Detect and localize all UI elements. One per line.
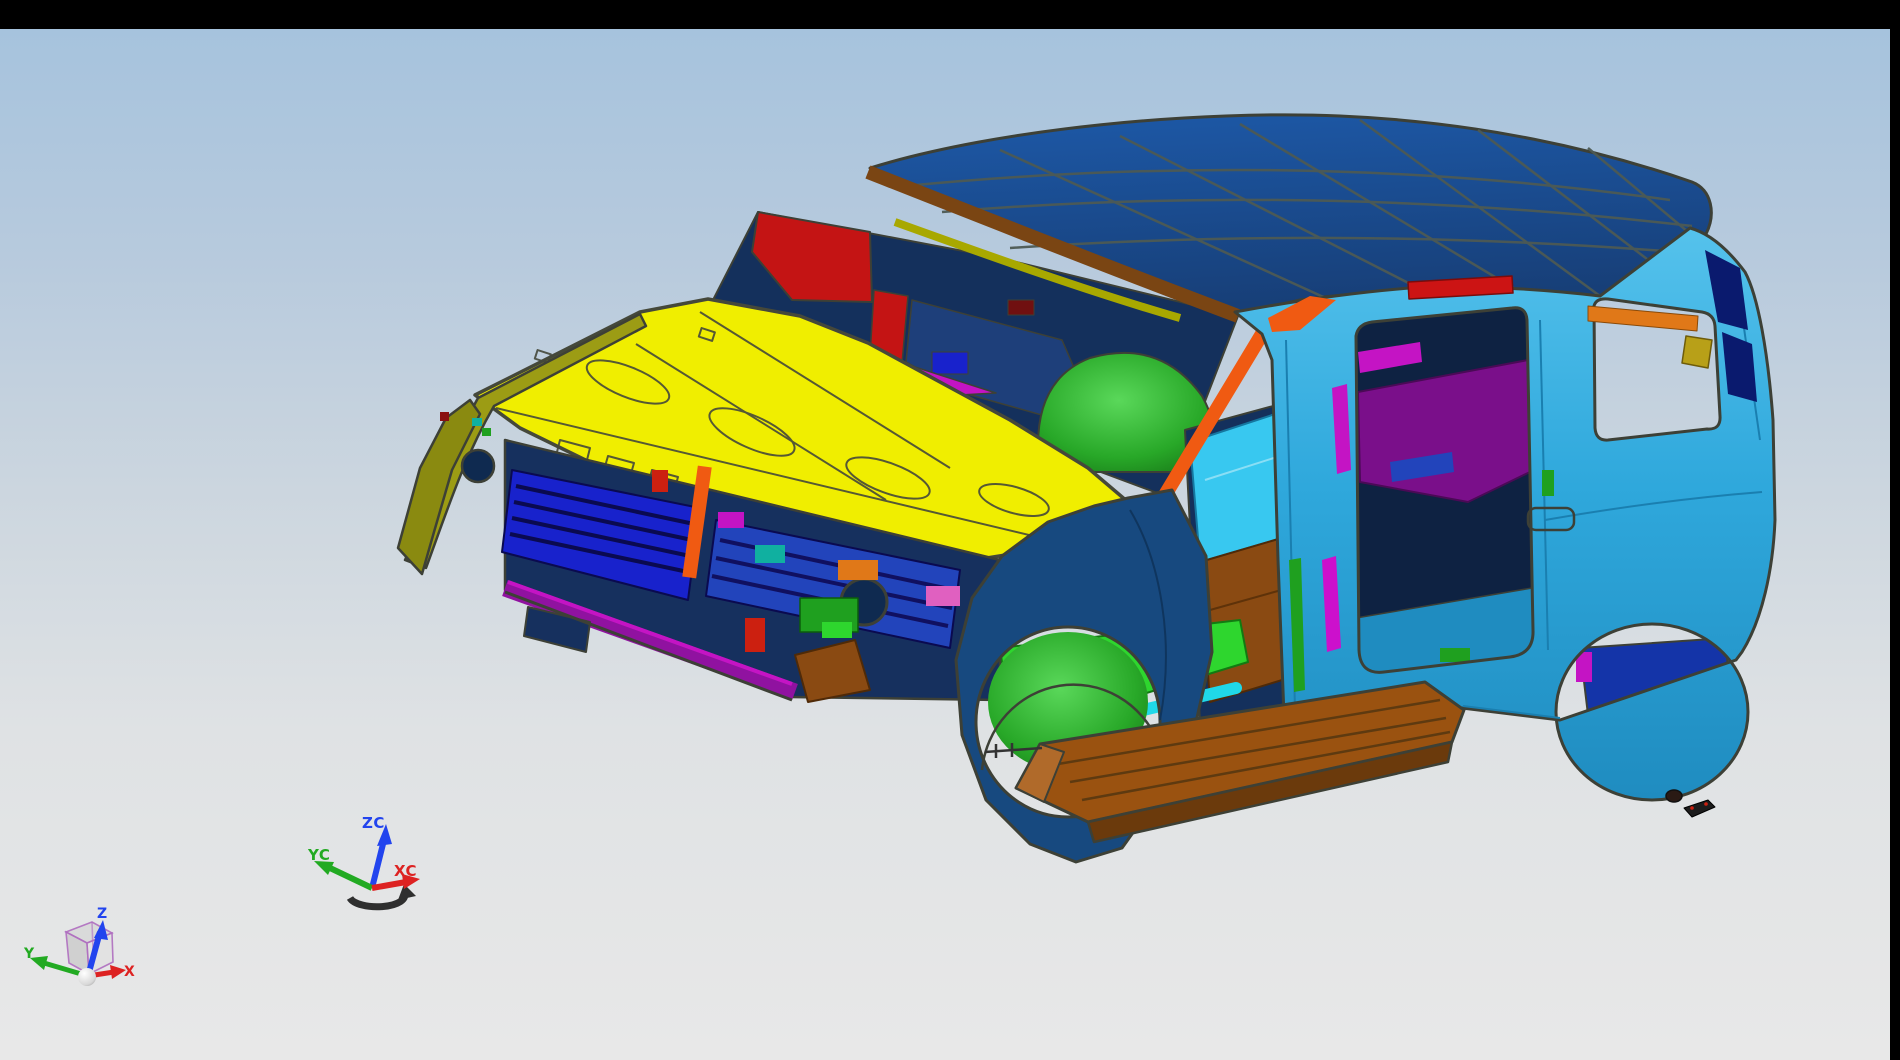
wcs-x-label: XC — [394, 862, 417, 880]
wcs-z-label: ZC — [362, 814, 385, 832]
rear-door-interior[interactable] — [1352, 302, 1536, 706]
quarter-olive-bracket[interactable] — [1682, 336, 1712, 368]
fascia-magenta-bit2 — [926, 586, 960, 606]
wcs-z-axis[interactable] — [372, 840, 384, 888]
foglight-hole[interactable] — [462, 450, 494, 482]
gizmo-origin-sphere[interactable] — [78, 968, 96, 986]
c-pillar-green-bit — [1542, 470, 1554, 496]
loose-strip[interactable] — [1684, 800, 1715, 817]
fascia-teal-bit — [755, 545, 785, 563]
window-right-strip — [1890, 0, 1900, 1060]
wcs-base-arrow — [350, 893, 405, 907]
fascia-magenta-bit1 — [718, 512, 744, 528]
application-window: ZC YC XC Z Y X — [0, 0, 1900, 1060]
view-orientation-gizmo[interactable]: Z Y X — [23, 906, 135, 986]
gizmo-x-label: X — [124, 964, 135, 980]
tip-red-speck — [440, 412, 449, 421]
tip-teal-speck — [472, 418, 482, 426]
loose-strip-red-dot1 — [1690, 806, 1694, 810]
wcs-y-label: YC — [307, 846, 330, 864]
wcs-y-axis[interactable] — [330, 868, 372, 888]
dash-red-box[interactable] — [1008, 300, 1034, 315]
loose-strip-red-dot2 — [1704, 802, 1708, 806]
wcs-x-axis[interactable] — [372, 882, 406, 888]
dash-blue-box[interactable] — [932, 352, 968, 374]
fender-tip[interactable] — [398, 400, 480, 574]
gizmo-y-label: Y — [23, 946, 35, 962]
tip-green-speck — [482, 428, 491, 436]
fascia-bright-green — [822, 622, 852, 638]
fascia-orange-bit — [838, 560, 878, 580]
model-scene[interactable]: ZC YC XC Z Y X — [0, 0, 1900, 1060]
rear-sill-green-bit[interactable] — [1440, 648, 1470, 662]
gizmo-cube-hidden-edge — [92, 922, 93, 950]
car-body-model[interactable] — [398, 115, 1775, 862]
wcs-triad[interactable]: ZC YC XC — [307, 814, 420, 907]
gizmo-z-label: Z — [97, 906, 107, 922]
fascia-red-bit1 — [745, 618, 765, 652]
fascia-red-bit2 — [652, 470, 668, 492]
loose-nut[interactable] — [1666, 790, 1682, 802]
